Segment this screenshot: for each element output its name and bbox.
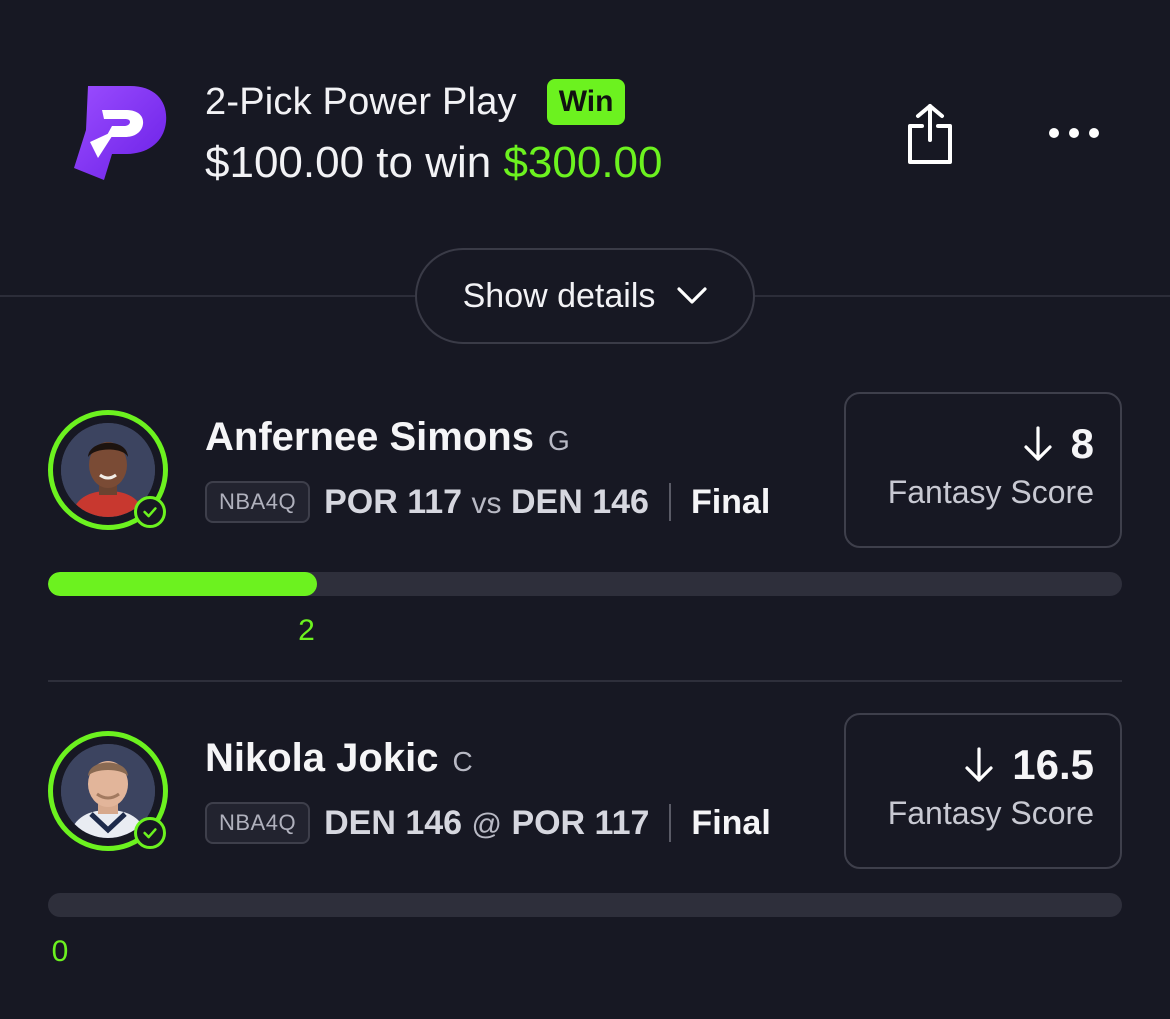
game-info: NBA4Q DEN 146 @ POR 117 Final <box>205 802 771 844</box>
arrow-down-icon <box>1024 426 1052 461</box>
stake-summary: $100.00 to win $300.00 <box>205 138 663 188</box>
team-score-1: POR 117 <box>324 482 463 521</box>
matchup: DEN 146 @ POR 117 <box>324 804 649 843</box>
projection-box[interactable]: 8 Fantasy Score <box>844 392 1122 548</box>
entry-title: 2-Pick Power Play <box>205 80 517 123</box>
more-horizontal-icon <box>1049 128 1099 138</box>
projection-line: 8 <box>1070 420 1094 467</box>
player-name-text: Anfernee Simons <box>205 415 534 459</box>
win-badge: Win <box>546 79 626 125</box>
projection-line: 16.5 <box>1012 741 1094 788</box>
projection-box[interactable]: 16.5 Fantasy Score <box>844 713 1122 869</box>
team-score-2: POR 117 <box>511 803 650 842</box>
league-tag: NBA4Q <box>205 802 311 844</box>
entry-header: 2-Pick Power Play Win $100.00 to win $30… <box>205 78 663 188</box>
matchup-separator: vs <box>471 486 502 520</box>
actual-value: 0 <box>51 935 69 968</box>
game-status: Final <box>690 482 771 521</box>
pick-divider <box>48 680 1122 682</box>
check-circle-icon <box>134 496 166 528</box>
progress-track <box>48 572 1122 596</box>
arrow-down-icon <box>965 747 993 782</box>
chevron-down-icon <box>677 287 707 304</box>
team-score-1: DEN 146 <box>324 803 463 842</box>
payout-amount: $300.00 <box>503 138 663 187</box>
player-name: Nikola Jokic C <box>205 736 473 781</box>
stake-text: $100.00 to win <box>205 138 504 187</box>
game-status: Final <box>691 803 771 842</box>
actual-value: 2 <box>298 614 315 647</box>
game-info: NBA4Q POR 117 vs DEN 146 Final <box>205 481 770 523</box>
show-details-label: Show details <box>462 276 656 315</box>
status-divider <box>669 804 672 842</box>
share-icon <box>908 104 952 164</box>
check-circle-icon <box>134 817 166 849</box>
share-button[interactable] <box>902 100 958 166</box>
player-position: C <box>452 746 473 777</box>
team-score-2: DEN 146 <box>510 482 649 521</box>
player-name-text: Nikola Jokic <box>205 736 439 780</box>
league-tag: NBA4Q <box>205 481 311 523</box>
show-details-button[interactable]: Show details <box>415 248 755 344</box>
player-position: G <box>547 425 570 456</box>
matchup-separator: @ <box>471 807 502 841</box>
more-options-button[interactable] <box>1046 116 1102 150</box>
matchup: POR 117 vs DEN 146 <box>324 483 649 522</box>
player-name: Anfernee Simons G <box>205 415 570 460</box>
stat-type-label: Fantasy Score <box>887 795 1094 831</box>
stat-type-label: Fantasy Score <box>887 474 1094 510</box>
progress-fill <box>48 572 317 596</box>
entry-card: 2-Pick Power Play Win $100.00 to win $30… <box>0 0 1170 1019</box>
status-divider <box>668 483 671 521</box>
prizepicks-logo <box>68 80 172 184</box>
progress-track <box>48 893 1122 917</box>
